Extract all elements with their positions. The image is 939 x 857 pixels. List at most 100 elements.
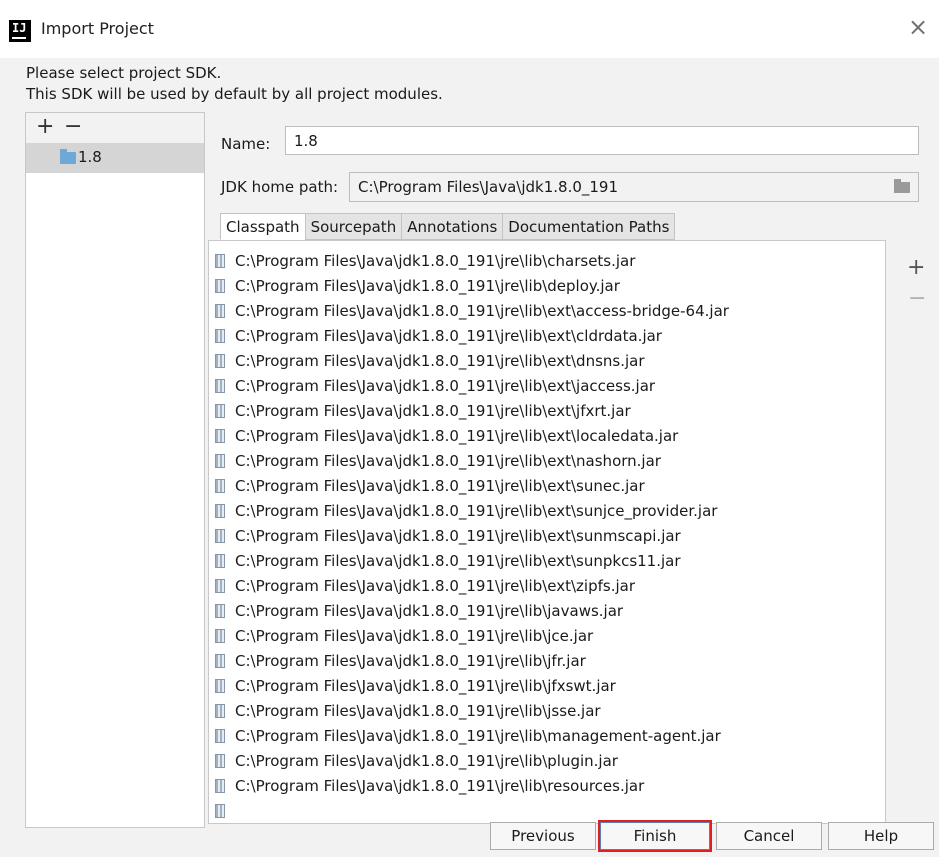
tab-annotations[interactable]: Annotations xyxy=(401,213,504,240)
list-item[interactable]: C:\Program Files\Java\jdk1.8.0_191\jre\l… xyxy=(209,249,885,274)
jar-path: C:\Program Files\Java\jdk1.8.0_191\jre\l… xyxy=(235,352,645,370)
jar-icon xyxy=(215,554,225,568)
jar-icon xyxy=(215,654,225,668)
sdk-item-label: 1.8 xyxy=(78,148,102,166)
intro-line-2: This SDK will be used by default by all … xyxy=(26,85,443,103)
jar-path: C:\Program Files\Java\jdk1.8.0_191\jre\l… xyxy=(235,677,616,695)
list-item[interactable]: C:\Program Files\Java\jdk1.8.0_191\jre\l… xyxy=(209,674,885,699)
list-item[interactable]: C:\Program Files\Java\jdk1.8.0_191\jre\l… xyxy=(209,774,885,799)
sdk-list-item-1-8[interactable]: 1.8 xyxy=(26,143,204,173)
jar-path: C:\Program Files\Java\jdk1.8.0_191\jre\l… xyxy=(235,552,681,570)
jar-icon xyxy=(215,404,225,418)
list-item[interactable]: C:\Program Files\Java\jdk1.8.0_191\jre\l… xyxy=(209,749,885,774)
remove-sdk-icon[interactable]: − xyxy=(64,115,82,139)
remove-classpath-icon[interactable]: − xyxy=(908,286,926,311)
list-item[interactable]: C:\Program Files\Java\jdk1.8.0_191\jre\l… xyxy=(209,649,885,674)
list-item[interactable]: C:\Program Files\Java\jdk1.8.0_191\jre\l… xyxy=(209,299,885,324)
folder-browse-icon[interactable] xyxy=(894,179,910,193)
jar-icon xyxy=(215,579,225,593)
jar-icon xyxy=(215,354,225,368)
finish-button[interactable]: Finish xyxy=(600,822,710,850)
window-title: Import Project xyxy=(41,19,154,38)
jar-icon xyxy=(215,329,225,343)
jar-icon xyxy=(215,479,225,493)
jar-icon xyxy=(215,704,225,718)
list-item[interactable]: C:\Program Files\Java\jdk1.8.0_191\jre\l… xyxy=(209,449,885,474)
intellij-app-icon: IJ xyxy=(9,20,31,42)
list-item[interactable]: C:\Program Files\Java\jdk1.8.0_191\jre\l… xyxy=(209,274,885,299)
list-item[interactable]: C:\Program Files\Java\jdk1.8.0_191\jre\l… xyxy=(209,549,885,574)
help-button[interactable]: Help xyxy=(828,822,934,850)
jar-icon xyxy=(215,429,225,443)
jar-icon xyxy=(215,679,225,693)
jar-path: C:\Program Files\Java\jdk1.8.0_191\jre\l… xyxy=(235,252,636,270)
jar-path: C:\Program Files\Java\jdk1.8.0_191\jre\l… xyxy=(235,477,645,495)
jar-path: C:\Program Files\Java\jdk1.8.0_191\jre\l… xyxy=(235,702,601,720)
jar-path: C:\Program Files\Java\jdk1.8.0_191\jre\l… xyxy=(235,502,718,520)
list-item[interactable]: C:\Program Files\Java\jdk1.8.0_191\jre\l… xyxy=(209,699,885,724)
jar-path: C:\Program Files\Java\jdk1.8.0_191\jre\l… xyxy=(235,627,594,645)
jdk-home-path-field: C:\Program Files\Java\jdk1.8.0_191 xyxy=(349,172,919,202)
list-item[interactable]: C:\Program Files\Java\jdk1.8.0_191\jre\l… xyxy=(209,524,885,549)
list-item[interactable]: C:\Program Files\Java\jdk1.8.0_191\jre\l… xyxy=(209,374,885,399)
tab-sourcepath[interactable]: Sourcepath xyxy=(304,213,403,240)
jar-path: C:\Program Files\Java\jdk1.8.0_191\jre\l… xyxy=(235,727,721,745)
jar-icon xyxy=(215,754,225,768)
jar-path: C:\Program Files\Java\jdk1.8.0_191\jre\l… xyxy=(235,577,635,595)
jar-icon xyxy=(215,604,225,618)
jar-icon xyxy=(215,454,225,468)
list-item[interactable]: C:\Program Files\Java\jdk1.8.0_191\jre\l… xyxy=(209,474,885,499)
jar-path: C:\Program Files\Java\jdk1.8.0_191\jre\l… xyxy=(235,427,679,445)
tab-documentation-paths[interactable]: Documentation Paths xyxy=(502,213,676,240)
name-field[interactable]: 1.8 xyxy=(285,126,919,155)
jar-icon xyxy=(215,304,225,318)
jar-path: C:\Program Files\Java\jdk1.8.0_191\jre\l… xyxy=(235,402,631,420)
list-item[interactable]: C:\Program Files\Java\jdk1.8.0_191\jre\l… xyxy=(209,599,885,624)
jar-path: C:\Program Files\Java\jdk1.8.0_191\jre\l… xyxy=(235,452,661,470)
folder-icon xyxy=(60,149,76,164)
jar-icon xyxy=(215,729,225,743)
list-item[interactable]: C:\Program Files\Java\jdk1.8.0_191\jre\l… xyxy=(209,424,885,449)
list-item-partial xyxy=(209,799,885,823)
previous-button[interactable]: Previous xyxy=(490,822,596,850)
add-sdk-icon[interactable]: + xyxy=(36,115,54,139)
sdk-list-panel: + − 1.8 xyxy=(25,112,205,828)
intro-text: Please select project SDK. This SDK will… xyxy=(26,63,443,105)
jar-icon xyxy=(215,779,225,793)
list-item[interactable]: C:\Program Files\Java\jdk1.8.0_191\jre\l… xyxy=(209,324,885,349)
jar-path: C:\Program Files\Java\jdk1.8.0_191\jre\l… xyxy=(235,302,729,320)
cancel-button[interactable]: Cancel xyxy=(716,822,822,850)
sdk-tabs: Classpath Sourcepath Annotations Documen… xyxy=(220,213,676,240)
name-label: Name: xyxy=(221,135,271,153)
jar-path: C:\Program Files\Java\jdk1.8.0_191\jre\l… xyxy=(235,327,662,345)
list-item[interactable]: C:\Program Files\Java\jdk1.8.0_191\jre\l… xyxy=(209,349,885,374)
jar-path: C:\Program Files\Java\jdk1.8.0_191\jre\l… xyxy=(235,527,681,545)
jdk-home-path-label: JDK home path: xyxy=(221,178,339,196)
jar-path: C:\Program Files\Java\jdk1.8.0_191\jre\l… xyxy=(235,602,624,620)
jar-icon xyxy=(215,254,225,268)
jar-path: C:\Program Files\Java\jdk1.8.0_191\jre\l… xyxy=(235,277,620,295)
list-item[interactable]: C:\Program Files\Java\jdk1.8.0_191\jre\l… xyxy=(209,724,885,749)
jar-icon xyxy=(215,529,225,543)
classpath-list[interactable]: C:\Program Files\Java\jdk1.8.0_191\jre\l… xyxy=(208,240,886,824)
add-classpath-icon[interactable]: + xyxy=(907,255,925,280)
list-item[interactable]: C:\Program Files\Java\jdk1.8.0_191\jre\l… xyxy=(209,399,885,424)
intro-line-1: Please select project SDK. xyxy=(26,64,222,82)
list-item[interactable]: C:\Program Files\Java\jdk1.8.0_191\jre\l… xyxy=(209,624,885,649)
jar-icon xyxy=(215,629,225,643)
jar-icon xyxy=(215,804,225,818)
jar-icon xyxy=(215,504,225,518)
close-icon[interactable]: × xyxy=(903,12,933,42)
jar-path: C:\Program Files\Java\jdk1.8.0_191\jre\l… xyxy=(235,377,656,395)
jar-path: C:\Program Files\Java\jdk1.8.0_191\jre\l… xyxy=(235,752,618,770)
jar-path: C:\Program Files\Java\jdk1.8.0_191\jre\l… xyxy=(235,777,645,795)
title-bar: IJ Import Project × xyxy=(0,0,939,59)
jar-icon xyxy=(215,379,225,393)
jar-icon xyxy=(215,279,225,293)
list-item[interactable]: C:\Program Files\Java\jdk1.8.0_191\jre\l… xyxy=(209,574,885,599)
tab-classpath[interactable]: Classpath xyxy=(220,213,306,240)
jdk-home-path-value: C:\Program Files\Java\jdk1.8.0_191 xyxy=(358,178,619,196)
list-item[interactable]: C:\Program Files\Java\jdk1.8.0_191\jre\l… xyxy=(209,499,885,524)
sdk-list-toolbar: + − xyxy=(26,113,204,143)
jar-path: C:\Program Files\Java\jdk1.8.0_191\jre\l… xyxy=(235,652,586,670)
